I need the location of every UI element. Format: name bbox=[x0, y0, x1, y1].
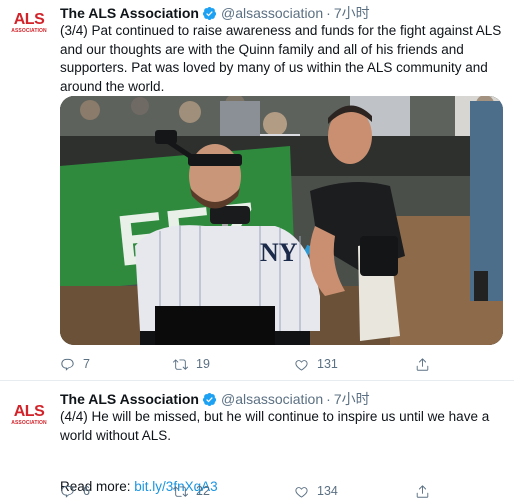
tweet-1[interactable]: ALS ASSOCIATION The ALS Association @als… bbox=[0, 0, 514, 381]
stadium-photo-illustration: EEZ NY bbox=[60, 96, 503, 345]
tweet-text: (3/4) Pat continued to raise awareness a… bbox=[60, 22, 510, 96]
heart-icon bbox=[295, 359, 308, 371]
reply-count: 6 bbox=[83, 484, 90, 498]
like-button[interactable]: 131 bbox=[294, 357, 338, 372]
svg-text:NY: NY bbox=[260, 238, 298, 267]
author-handle[interactable]: @alsassociation bbox=[221, 391, 323, 407]
als-logo-subtext: ASSOCIATION bbox=[11, 420, 47, 426]
tweet-body: (4/4) He will be missed, but he will con… bbox=[60, 409, 490, 443]
reply-icon bbox=[61, 485, 74, 498]
tweet-2[interactable]: ALS ASSOCIATION The ALS Association @als… bbox=[0, 381, 514, 500]
retweet-count: 22 bbox=[196, 484, 210, 498]
share-icon bbox=[416, 357, 429, 371]
avatar[interactable]: ALS ASSOCIATION bbox=[8, 2, 50, 44]
reply-button[interactable]: 7 bbox=[60, 357, 90, 372]
reply-button[interactable]: 6 bbox=[60, 484, 90, 499]
tweet-actions: 6 22 134 bbox=[60, 481, 440, 500]
als-logo-text: ALS bbox=[13, 11, 45, 28]
verified-badge-icon bbox=[202, 392, 217, 406]
share-button[interactable] bbox=[415, 484, 438, 499]
author-handle[interactable]: @alsassociation bbox=[221, 5, 323, 21]
tweet-header: The ALS Association @alsassociation · 7小… bbox=[60, 3, 370, 23]
timestamp[interactable]: 7小时 bbox=[334, 3, 370, 23]
like-button[interactable]: 134 bbox=[294, 484, 338, 499]
author-name[interactable]: The ALS Association bbox=[60, 5, 199, 21]
tweet-actions: 7 19 131 bbox=[60, 354, 440, 374]
like-count: 134 bbox=[317, 484, 338, 498]
retweet-button[interactable]: 19 bbox=[173, 357, 210, 372]
retweet-count: 19 bbox=[196, 357, 210, 371]
separator-dot: · bbox=[326, 5, 331, 21]
timestamp[interactable]: 7小时 bbox=[334, 389, 370, 409]
als-logo-subtext: ASSOCIATION bbox=[11, 28, 47, 34]
share-icon bbox=[416, 484, 429, 498]
share-button[interactable] bbox=[415, 357, 438, 372]
reply-count: 7 bbox=[83, 357, 90, 371]
author-name[interactable]: The ALS Association bbox=[60, 391, 199, 407]
heart-icon bbox=[295, 486, 308, 498]
tweet-header: The ALS Association @alsassociation · 7小… bbox=[60, 389, 370, 409]
reply-icon bbox=[61, 358, 74, 371]
retweet-icon bbox=[173, 358, 188, 370]
retweet-button[interactable]: 22 bbox=[173, 484, 210, 499]
avatar[interactable]: ALS ASSOCIATION bbox=[8, 394, 50, 436]
separator-dot: · bbox=[326, 391, 331, 407]
verified-badge-icon bbox=[202, 6, 217, 20]
als-logo-text: ALS bbox=[13, 403, 45, 420]
tweet-photo[interactable]: EEZ NY bbox=[60, 96, 503, 345]
like-count: 131 bbox=[317, 357, 338, 371]
retweet-icon bbox=[173, 485, 188, 497]
tweet-body: (3/4) Pat continued to raise awareness a… bbox=[60, 23, 502, 94]
